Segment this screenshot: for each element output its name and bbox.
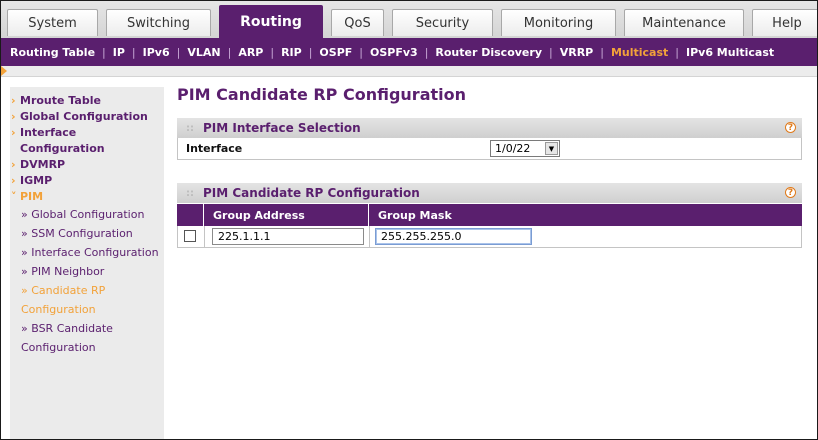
subnav-ospf[interactable]: OSPF (312, 46, 359, 59)
tab-switching[interactable]: Switching (106, 9, 211, 36)
column-divider (369, 226, 370, 247)
subnav-vlan[interactable]: VLAN (180, 46, 227, 59)
tab-maintenance[interactable]: Maintenance (624, 9, 744, 36)
sidebar-item-pim[interactable]: ˅ PIM (10, 189, 164, 205)
sidebar-item-label: Mroute Table (20, 94, 101, 107)
candidate-rp-header: :: PIM Candidate RP Configuration ? (177, 183, 802, 203)
interface-select-value: 1/0/22 (495, 142, 531, 155)
subnav-routing-table[interactable]: Routing Table (1, 46, 102, 59)
tab-qos[interactable]: QoS (331, 9, 384, 36)
sidebar-item-igmp[interactable]: › IGMP (10, 173, 164, 189)
subnav-ipv6-multicast[interactable]: IPv6 Multicast (679, 46, 781, 59)
group-mask-input[interactable] (375, 228, 532, 245)
sidebar-item-label: Interface Configuration (20, 126, 105, 155)
subnav-rip[interactable]: RIP (274, 46, 309, 59)
sidebar-item-mroute-table[interactable]: › Mroute Table (10, 93, 164, 109)
content-top-strip (1, 66, 817, 77)
collapse-arrow-icon[interactable] (1, 66, 7, 76)
table-header: Group Address Group Mask (177, 204, 802, 226)
caret-right-icon: › (11, 158, 16, 171)
tab-monitoring[interactable]: Monitoring (501, 9, 616, 36)
grip-icon: :: (186, 187, 194, 199)
grip-icon: :: (186, 122, 194, 134)
caret-right-icon: › (11, 110, 16, 123)
sidebar-subitem-global-configuration[interactable]: » Global Configuration (10, 205, 164, 224)
page-title: PIM Candidate RP Configuration (177, 85, 467, 104)
tab-system[interactable]: System (7, 9, 98, 36)
candidate-rp-table: Group Address Group Mask (177, 204, 802, 248)
sidebar-subitem-bsr-candidate-configuration[interactable]: » BSR Candidate Configuration (10, 319, 164, 357)
column-header-group-mask: Group Mask (378, 209, 452, 222)
tab-routing[interactable]: Routing (219, 5, 323, 38)
main-tab-bar: System Switching Routing QoS Security Mo… (1, 1, 817, 42)
sidebar-item-dvmrp[interactable]: › DVMRP (10, 157, 164, 173)
subnav-ospfv3[interactable]: OSPFv3 (363, 46, 425, 59)
interface-select[interactable]: 1/0/22 ▼ (490, 140, 560, 157)
sidebar-item-label: DVMRP (20, 158, 66, 171)
routing-sub-nav: Routing Table | IP | IPv6 | VLAN | ARP | RIP |… (1, 38, 817, 66)
panel-title: PIM Interface Selection (203, 121, 361, 135)
tab-help[interactable]: Help (752, 9, 817, 36)
sidebar-item-label: IGMP (20, 174, 53, 187)
sidebar-item-label: Global Configuration (20, 110, 148, 123)
interface-selection-header: :: PIM Interface Selection ? (177, 118, 802, 138)
subnav-arp[interactable]: ARP (231, 46, 270, 59)
subnav-multicast[interactable]: Multicast (604, 46, 675, 59)
sidebar-item-interface-configuration[interactable]: › Interface Configuration (10, 125, 164, 157)
sidebar-item-label: PIM (20, 190, 44, 203)
subnav-ip[interactable]: IP (106, 46, 132, 59)
group-address-input[interactable] (212, 228, 364, 245)
subnav-vrrp[interactable]: VRRP (553, 46, 601, 59)
caret-right-icon: › (11, 126, 16, 139)
sidebar-nav: › Mroute Table › Global Configuration › … (10, 87, 164, 439)
subnav-router-discovery[interactable]: Router Discovery (428, 46, 549, 59)
subnav-ipv6[interactable]: IPv6 (136, 46, 177, 59)
sidebar-subitem-pim-neighbor[interactable]: » PIM Neighbor (10, 262, 164, 281)
interface-row: Interface 1/0/22 ▼ (177, 138, 802, 160)
sidebar-subitem-ssm-configuration[interactable]: » SSM Configuration (10, 224, 164, 243)
column-header-group-address: Group Address (213, 209, 305, 222)
caret-right-icon: › (11, 94, 16, 107)
help-icon[interactable]: ? (785, 122, 796, 133)
column-divider (204, 226, 205, 247)
column-divider (368, 204, 369, 226)
column-divider (203, 204, 204, 226)
sidebar-subitem-candidate-rp-configuration[interactable]: » Candidate RP Configuration (10, 281, 164, 319)
panel-title: PIM Candidate RP Configuration (203, 186, 420, 200)
row-select-checkbox[interactable] (184, 230, 196, 242)
dropdown-arrow-icon[interactable]: ▼ (545, 142, 558, 155)
sidebar-item-global-configuration[interactable]: › Global Configuration (10, 109, 164, 125)
app-frame: System Switching Routing QoS Security Mo… (0, 0, 818, 440)
interface-label: Interface (186, 142, 243, 155)
caret-down-icon: ˅ (11, 190, 17, 203)
caret-right-icon: › (11, 174, 16, 187)
table-row (177, 226, 802, 248)
tab-security[interactable]: Security (392, 9, 493, 36)
help-icon[interactable]: ? (785, 187, 796, 198)
sidebar-subitem-interface-configuration[interactable]: » Interface Configuration (10, 243, 164, 262)
